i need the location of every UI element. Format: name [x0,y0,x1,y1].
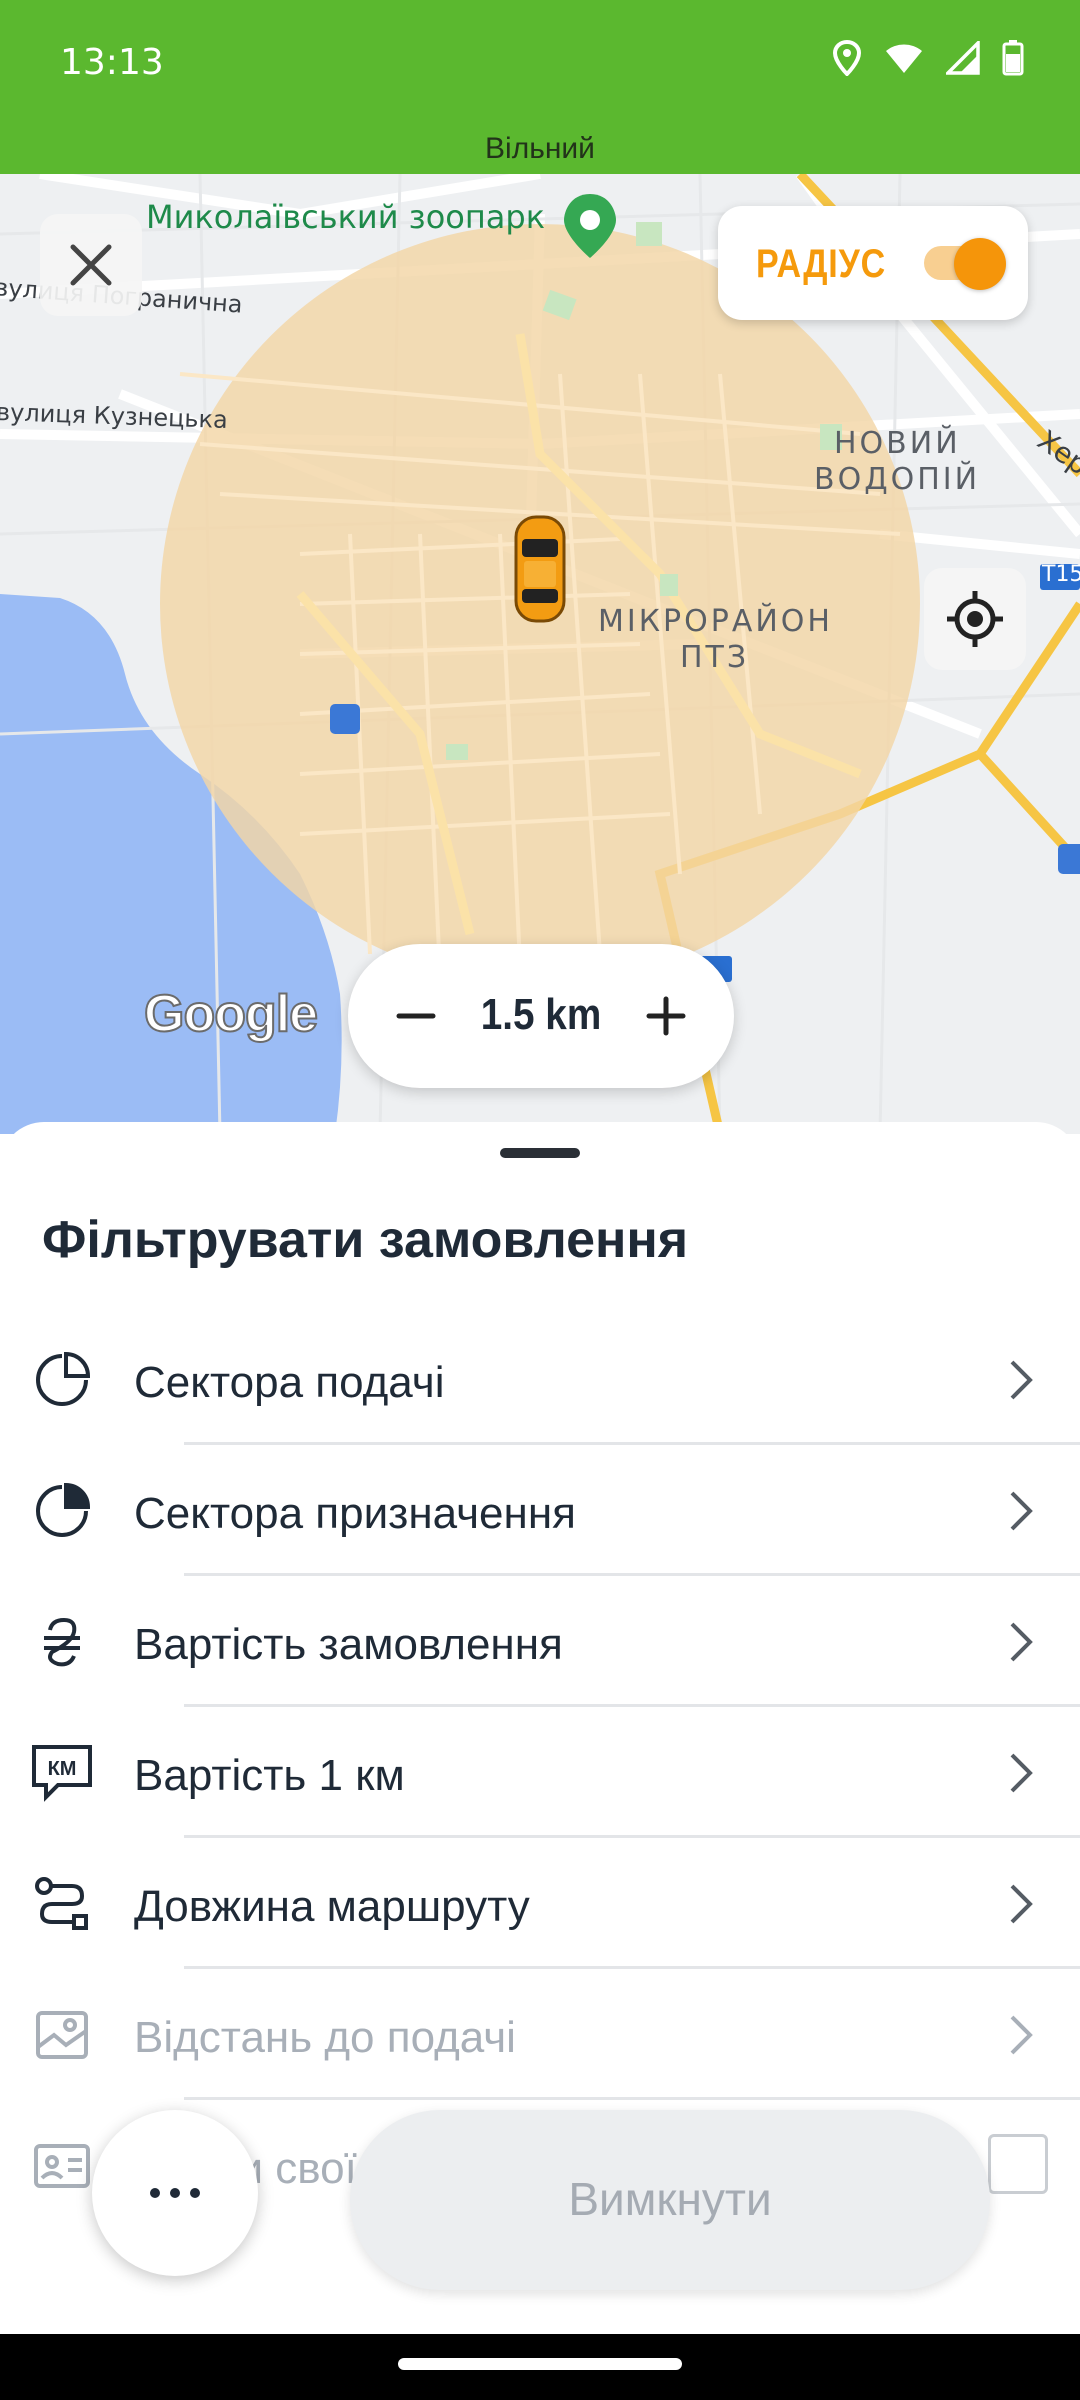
more-dots-icon [150,2188,200,2198]
radius-toggle-card[interactable]: РАДІУС [718,206,1028,320]
filter-label: Вартість замовлення [134,1620,563,1669]
route-icon [28,1870,96,1938]
filter-order-cost[interactable]: Вартість замовлення [0,1576,1080,1707]
filter-cost-per-km[interactable]: КМ Вартість 1 км [0,1707,1080,1838]
map-label-district-2a: МІКРОРАЙОН [598,604,833,639]
sheet-drag-handle[interactable] [500,1148,580,1158]
map-label-zoo: Миколаївський зоопарк [146,198,546,236]
pie-filled-icon [28,1477,96,1545]
home-gesture-handle[interactable] [398,2358,682,2370]
map-label-district-1b: ВОДОПІЙ [814,462,981,497]
sheet-title: Фільтрувати замовлення [42,1211,689,1269]
zoom-in-button[interactable] [626,976,706,1056]
chevron-right-icon [1010,1753,1033,1793]
signal-icon [946,41,980,75]
filter-label: Сектора призначення [134,1489,576,1538]
close-icon [70,244,112,286]
turn-off-button[interactable]: Вимкнути [350,2110,990,2290]
km-bubble-icon: КМ [28,1739,96,1807]
status-time: 13:13 [60,42,164,83]
id-card-icon [28,2132,96,2200]
wifi-icon [886,44,922,73]
car-marker [514,515,566,623]
only-own-checkbox[interactable] [988,2134,1048,2194]
status-icons [832,40,1024,76]
map-label-district-2b: ПТЗ [680,640,750,675]
driver-status-label: Вільний [485,132,595,165]
filter-destination-sectors[interactable]: Сектора призначення [0,1445,1080,1576]
plus-icon [646,996,686,1036]
radius-label: РАДІУС [756,242,886,286]
filter-label: Довжина маршруту [134,1882,530,1931]
radius-zoom-control: 1.5 km [348,944,734,1088]
google-logo: Google [143,984,319,1044]
radius-value: 1.5 km [480,990,602,1039]
minus-icon [396,1013,436,1019]
filter-list: Сектора подачі Сектора призначення Варті… [0,1314,1080,2231]
turn-off-label: Вимкнути [568,2173,772,2225]
chevron-right-icon [1010,1622,1033,1662]
chevron-right-icon [1010,1491,1033,1531]
svg-text:КМ: КМ [48,1758,77,1780]
radius-toggle-knob[interactable] [954,238,1006,290]
filter-label: Сектора подачі [134,1358,445,1407]
filter-pickup-sectors[interactable]: Сектора подачі [0,1314,1080,1445]
chevron-right-icon [1010,1360,1033,1400]
my-location-button[interactable] [924,568,1026,670]
chevron-right-icon [1010,1884,1033,1924]
map-pin-photo-icon [28,2001,96,2069]
filter-pickup-distance[interactable]: Відстань до подачі [0,1969,1080,2100]
map-label-road-badge: Т15 [1042,562,1080,587]
battery-icon [1002,40,1024,76]
crosshair-icon [947,591,1003,647]
hryvnia-icon [28,1608,96,1676]
location-icon [832,40,862,76]
zoom-out-button[interactable] [376,976,456,1056]
filter-label: Відстань до подачі [134,2013,516,2062]
map-label-district-1a: НОВИЙ [834,426,961,461]
chevron-right-icon [1010,2015,1033,2055]
status-bar: 13:13 [0,0,1080,130]
map-view[interactable]: Миколаївський зоопарк вулиця Погранична … [0,174,1080,1134]
system-nav-bar [0,2334,1080,2400]
filter-label: Вартість 1 км [134,1751,405,1800]
driver-status-banner: Вільний [0,130,1080,174]
pie-sector-icon [28,1346,96,1414]
more-button[interactable] [92,2110,258,2276]
filter-route-length[interactable]: Довжина маршруту [0,1838,1080,1969]
close-map-button[interactable] [40,214,142,316]
